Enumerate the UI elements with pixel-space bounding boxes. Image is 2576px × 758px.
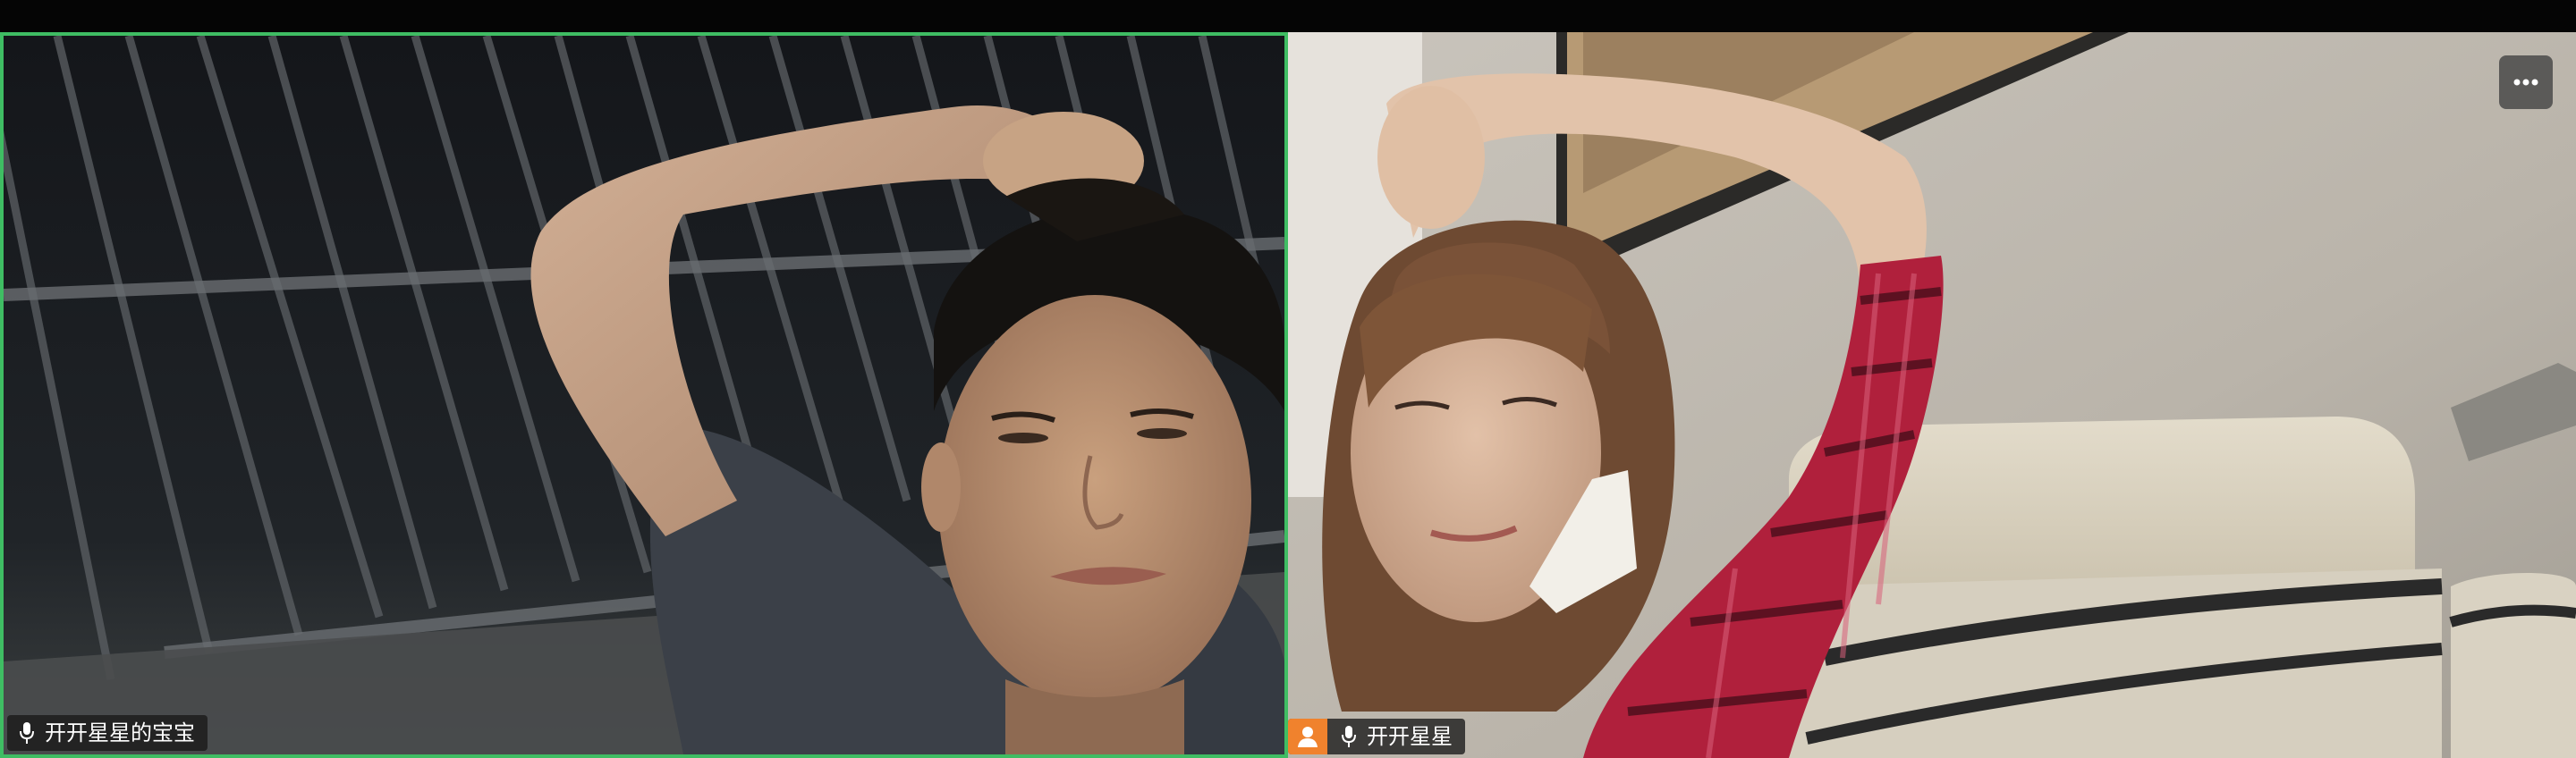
top-bar [0,0,2576,32]
participant-1-video-feed [4,36,1284,754]
participant-1-name-tag: 开开星星的宝宝 [7,715,208,751]
participant-1-name: 开开星星的宝宝 [45,720,195,745]
person-avatar-icon [1288,719,1327,754]
video-call-window: 开开星星的宝宝 开开星星 [0,0,2576,758]
more-options-icon [2513,79,2538,86]
microphone-icon [1335,719,1363,754]
participant-tile-2[interactable]: 开开星星 [1288,32,2576,758]
participant-tile-1[interactable]: 开开星星的宝宝 [0,32,1288,758]
more-options-button[interactable] [2499,55,2553,109]
participant-2-video-feed [1288,32,2576,758]
participant-2-name-tag: 开开星星 [1288,719,1465,754]
participant-2-name: 开开星星 [1367,724,1453,749]
microphone-icon [13,715,41,751]
